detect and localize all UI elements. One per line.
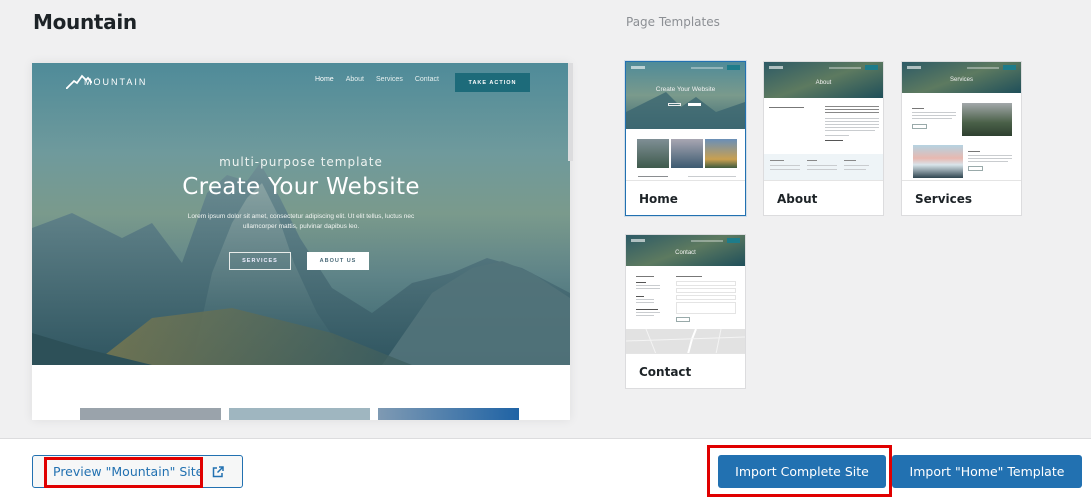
- preview-nav: Home About Services Contact: [315, 76, 439, 83]
- preview-body: Lorem ipsum dolor sit amet, consectetur …: [187, 213, 415, 230]
- template-thumbnail: About: [764, 62, 883, 181]
- template-thumbnail: Services: [902, 62, 1021, 181]
- template-card-home[interactable]: Create Your Website Home: [625, 61, 746, 216]
- template-name: Home: [639, 192, 678, 206]
- preview-title: Create Your Website: [182, 174, 420, 200]
- template-card-contact[interactable]: Contact Contact: [625, 234, 746, 389]
- preview-nav-contact: Contact: [414, 76, 439, 83]
- page-templates-label: Page Templates: [626, 15, 720, 29]
- preview-subtitle: multi-purpose template: [219, 155, 383, 169]
- preview-thumb: [378, 408, 519, 420]
- preview-thumbnails: [80, 408, 519, 420]
- site-title: Mountain: [33, 10, 137, 34]
- preview-nav-home: Home: [315, 76, 334, 83]
- preview-logo: MOUNTAIN: [66, 73, 147, 89]
- site-preview[interactable]: MOUNTAIN Home About Services Contact TAK…: [32, 63, 570, 420]
- preview-services-button: SERVICES: [229, 252, 291, 270]
- template-name: Contact: [639, 365, 692, 379]
- preview-site-label: Preview "Mountain" Site: [53, 464, 204, 479]
- template-thumbnail: Contact: [626, 235, 745, 354]
- preview-thumb: [80, 408, 221, 420]
- preview-nav-services: Services: [375, 76, 403, 83]
- template-card-services[interactable]: Services Services: [901, 61, 1022, 216]
- template-hero-title: About: [815, 80, 832, 86]
- template-hero-title: Create Your Website: [655, 86, 716, 93]
- template-thumbnail: Create Your Website: [626, 62, 745, 181]
- preview-logo-text: MOUNTAIN: [84, 77, 148, 87]
- preview-cta-button: TAKE ACTION: [455, 73, 530, 92]
- preview-hero: MOUNTAIN Home About Services Contact TAK…: [32, 63, 570, 365]
- template-name: About: [777, 192, 818, 206]
- template-card-about[interactable]: About About: [763, 61, 884, 216]
- template-hero-title: Contact: [675, 250, 696, 256]
- preview-thumb: [229, 408, 370, 420]
- import-home-template-button[interactable]: Import "Home" Template: [892, 455, 1082, 488]
- preview-scrollbar[interactable]: [568, 63, 573, 161]
- import-complete-site-button[interactable]: Import Complete Site: [718, 455, 886, 488]
- preview-about-button: ABOUT US: [307, 252, 369, 270]
- preview-site-button[interactable]: Preview "Mountain" Site: [32, 455, 243, 488]
- map-preview: [626, 328, 745, 353]
- external-link-icon: [212, 465, 225, 478]
- template-hero-title: Services: [949, 77, 973, 83]
- preview-nav-about: About: [345, 76, 364, 83]
- template-name: Services: [915, 192, 973, 206]
